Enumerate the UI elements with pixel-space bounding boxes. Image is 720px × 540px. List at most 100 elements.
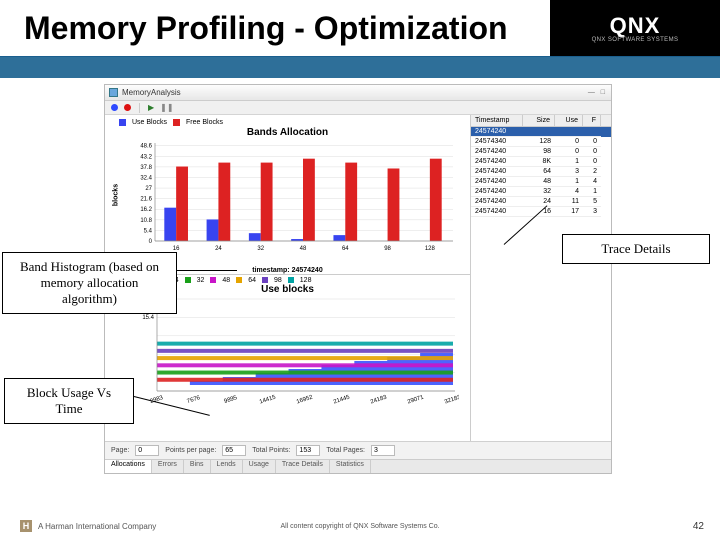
page-number: 42 xyxy=(693,521,704,532)
svg-text:98: 98 xyxy=(384,246,391,252)
tab-trace-details[interactable]: Trace Details xyxy=(276,460,330,473)
table-row[interactable]: 24574240 xyxy=(471,127,611,137)
view-icon xyxy=(109,88,118,97)
status-bar: Page: Points per page: Total Points: Tot… xyxy=(105,441,611,459)
svg-text:21.6: 21.6 xyxy=(140,197,152,203)
table-row[interactable]: 245742404814 xyxy=(471,177,611,187)
legend-blue-label: Use Blocks xyxy=(132,119,167,126)
toolbar-dot-red-icon[interactable] xyxy=(124,104,131,111)
ppp-input[interactable] xyxy=(222,445,246,456)
svg-text:9895: 9895 xyxy=(223,395,238,405)
page-input[interactable] xyxy=(135,445,159,456)
svg-text:15.4: 15.4 xyxy=(142,315,154,321)
page-label: Page: xyxy=(111,447,129,454)
title-strip xyxy=(0,56,720,78)
app-window: MemoryAnalysis — □ ▶ ❚❚ Use Blocks Free … xyxy=(104,84,612,474)
table-col-header[interactable]: F xyxy=(583,115,601,126)
page-title: Memory Profiling - Optimization xyxy=(24,10,508,47)
window-controls-icon[interactable]: — □ xyxy=(588,89,607,96)
legend-item: 98 xyxy=(262,277,282,284)
brand-logo: QNX QNX SOFTWARE SYSTEMS xyxy=(550,0,720,56)
svg-text:128: 128 xyxy=(425,246,436,252)
trace-table: TimestampSizeUseF 2457424024574340128002… xyxy=(471,115,611,473)
svg-text:64: 64 xyxy=(342,246,349,252)
svg-text:14415: 14415 xyxy=(259,394,277,405)
callout-trace-details: Trace Details xyxy=(562,234,710,264)
tab-allocations[interactable]: Allocations xyxy=(105,460,152,473)
legend-blue-icon xyxy=(119,119,126,126)
totalpts-label: Total Points: xyxy=(252,447,290,454)
totalpts-value xyxy=(296,445,320,456)
stage: MemoryAnalysis — □ ▶ ❚❚ Use Blocks Free … xyxy=(0,78,720,510)
svg-text:32: 32 xyxy=(257,246,264,252)
pause-icon[interactable]: ❚❚ xyxy=(160,103,173,112)
trace-table-header: TimestampSizeUseF xyxy=(471,115,611,127)
table-row[interactable]: 2457424016173 xyxy=(471,207,611,217)
play-icon[interactable]: ▶ xyxy=(148,103,154,112)
view-name: MemoryAnalysis xyxy=(122,88,181,97)
svg-text:48: 48 xyxy=(300,246,307,252)
totalpgs-label: Total Pages: xyxy=(326,447,365,454)
callout-band-histogram: Band Histogram (based on memory allocati… xyxy=(2,252,177,314)
toolbar: ▶ ❚❚ xyxy=(105,101,611,115)
legend-item: 128 xyxy=(288,277,312,284)
copyright: All content copyright of QNX Software Sy… xyxy=(280,523,439,530)
legend-item: 32 xyxy=(185,277,205,284)
logo-main: QNX xyxy=(610,13,661,39)
tab-bar: AllocationsErrorsBinsLendsUsageTrace Det… xyxy=(105,459,611,473)
svg-text:16.2: 16.2 xyxy=(140,207,152,213)
table-row[interactable]: 245742403241 xyxy=(471,187,611,197)
harman-text: A Harman International Company xyxy=(38,522,156,531)
callout-block-usage: Block Usage Vs Time xyxy=(4,378,134,424)
table-col-header[interactable]: Timestamp xyxy=(471,115,523,126)
chart1-title: Bands Allocation xyxy=(105,127,470,138)
toolbar-sep xyxy=(139,103,140,113)
svg-text:24183: 24183 xyxy=(370,394,388,405)
chart1-ylabel: blocks xyxy=(113,183,120,205)
svg-text:5.4: 5.4 xyxy=(144,228,153,234)
chart1-svg: 05.410.816.221.62732.437.843.248.6162432… xyxy=(127,139,457,259)
svg-text:0: 0 xyxy=(149,239,153,245)
toolbar-dot-blue-icon[interactable] xyxy=(111,104,118,111)
legend-red-label: Free Blocks xyxy=(186,119,223,126)
harman-icon: H xyxy=(20,520,32,532)
tab-usage[interactable]: Usage xyxy=(243,460,276,473)
legend-red-icon xyxy=(173,119,180,126)
table-row[interactable]: 245742406432 xyxy=(471,167,611,177)
svg-text:27: 27 xyxy=(145,186,152,192)
ppp-label: Points per page: xyxy=(165,447,216,454)
legend-item: 64 xyxy=(236,277,256,284)
svg-text:43.2: 43.2 xyxy=(140,154,152,160)
table-row[interactable]: 2457434012800 xyxy=(471,137,611,147)
title-left: Memory Profiling - Optimization xyxy=(0,0,550,56)
trace-table-rows: 2457424024574340128002457424098002457424… xyxy=(471,127,611,217)
svg-text:21445: 21445 xyxy=(333,394,351,405)
svg-text:29071: 29071 xyxy=(407,394,425,405)
svg-text:32183: 32183 xyxy=(444,394,459,405)
split-pane: Use Blocks Free Blocks Bands Allocation … xyxy=(105,115,611,473)
title-row: Memory Profiling - Optimization QNX QNX … xyxy=(0,0,720,56)
tab-errors[interactable]: Errors xyxy=(152,460,184,473)
table-row[interactable]: 2457424024115 xyxy=(471,197,611,207)
svg-text:48.6: 48.6 xyxy=(140,144,152,150)
svg-text:7676: 7676 xyxy=(186,395,201,405)
table-col-header[interactable]: Use xyxy=(555,115,583,126)
tab-statistics[interactable]: Statistics xyxy=(330,460,371,473)
svg-text:16952: 16952 xyxy=(296,394,314,405)
svg-text:32.4: 32.4 xyxy=(140,175,152,181)
app-titlebar: MemoryAnalysis — □ xyxy=(105,85,611,101)
table-col-header[interactable]: Size xyxy=(523,115,555,126)
table-row[interactable]: 245742409800 xyxy=(471,147,611,157)
logo-sub: QNX SOFTWARE SYSTEMS xyxy=(592,37,679,43)
table-row[interactable]: 245742408K10 xyxy=(471,157,611,167)
tab-bins[interactable]: Bins xyxy=(184,460,211,473)
tab-lends[interactable]: Lends xyxy=(211,460,243,473)
harman-brand: H A Harman International Company xyxy=(20,520,156,532)
legend-item: 48 xyxy=(210,277,230,284)
chart2-svg: 17.615.429837676989514415169522144524183… xyxy=(129,297,459,407)
svg-text:37.8: 37.8 xyxy=(140,165,152,171)
footer: H A Harman International Company All con… xyxy=(0,512,720,540)
chart-bands-allocation: Use Blocks Free Blocks Bands Allocation … xyxy=(105,115,470,275)
leader-1 xyxy=(177,270,237,271)
totalpgs-value xyxy=(371,445,395,456)
